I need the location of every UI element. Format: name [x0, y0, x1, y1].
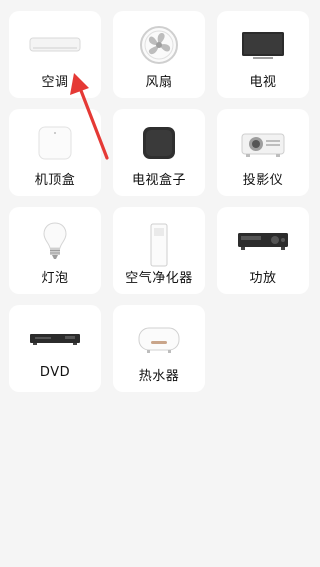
- light-bulb-icon: [27, 221, 83, 261]
- projector-icon: [235, 123, 291, 163]
- device-label: 灯泡: [41, 271, 69, 286]
- device-label: 空调: [41, 75, 69, 90]
- device-card-water-heater[interactable]: 热水器: [113, 305, 205, 392]
- device-label: 空气净化器: [125, 271, 193, 286]
- device-label: 风扇: [145, 75, 173, 90]
- device-card-amplifier[interactable]: 功放: [217, 207, 309, 294]
- device-card-dvd[interactable]: DVD: [9, 305, 101, 392]
- device-label: DVD: [39, 365, 71, 380]
- device-card-light-bulb[interactable]: 灯泡: [9, 207, 101, 294]
- device-card-set-top-box[interactable]: 机顶盒: [9, 109, 101, 196]
- device-label: 电视: [249, 75, 277, 90]
- air-purifier-icon: [131, 221, 187, 267]
- device-label: 电视盒子: [131, 173, 186, 188]
- amplifier-icon: [235, 221, 291, 261]
- fan-icon: [131, 25, 187, 65]
- set-top-box-icon: [27, 123, 83, 163]
- device-card-tv[interactable]: 电视: [217, 11, 309, 98]
- water-heater-icon: [131, 319, 187, 359]
- device-card-air-purifier[interactable]: 空气净化器: [113, 207, 205, 294]
- device-label: 投影仪: [242, 173, 284, 188]
- device-label: 热水器: [138, 369, 180, 384]
- tv-icon: [235, 25, 291, 65]
- device-card-fan[interactable]: 风扇: [113, 11, 205, 98]
- device-grid: 空调 风扇 电视 机顶盒 电视盒子 投影仪 灯泡 空气净化器 功放 DVD 热水…: [9, 11, 309, 392]
- device-card-tv-box[interactable]: 电视盒子: [113, 109, 205, 196]
- device-label: 功放: [249, 271, 277, 286]
- device-card-air-conditioner[interactable]: 空调: [9, 11, 101, 98]
- device-label: 机顶盒: [34, 173, 76, 188]
- dvd-player-icon: [27, 319, 83, 359]
- air-conditioner-icon: [27, 25, 83, 65]
- device-card-projector[interactable]: 投影仪: [217, 109, 309, 196]
- tv-box-icon: [131, 123, 187, 163]
